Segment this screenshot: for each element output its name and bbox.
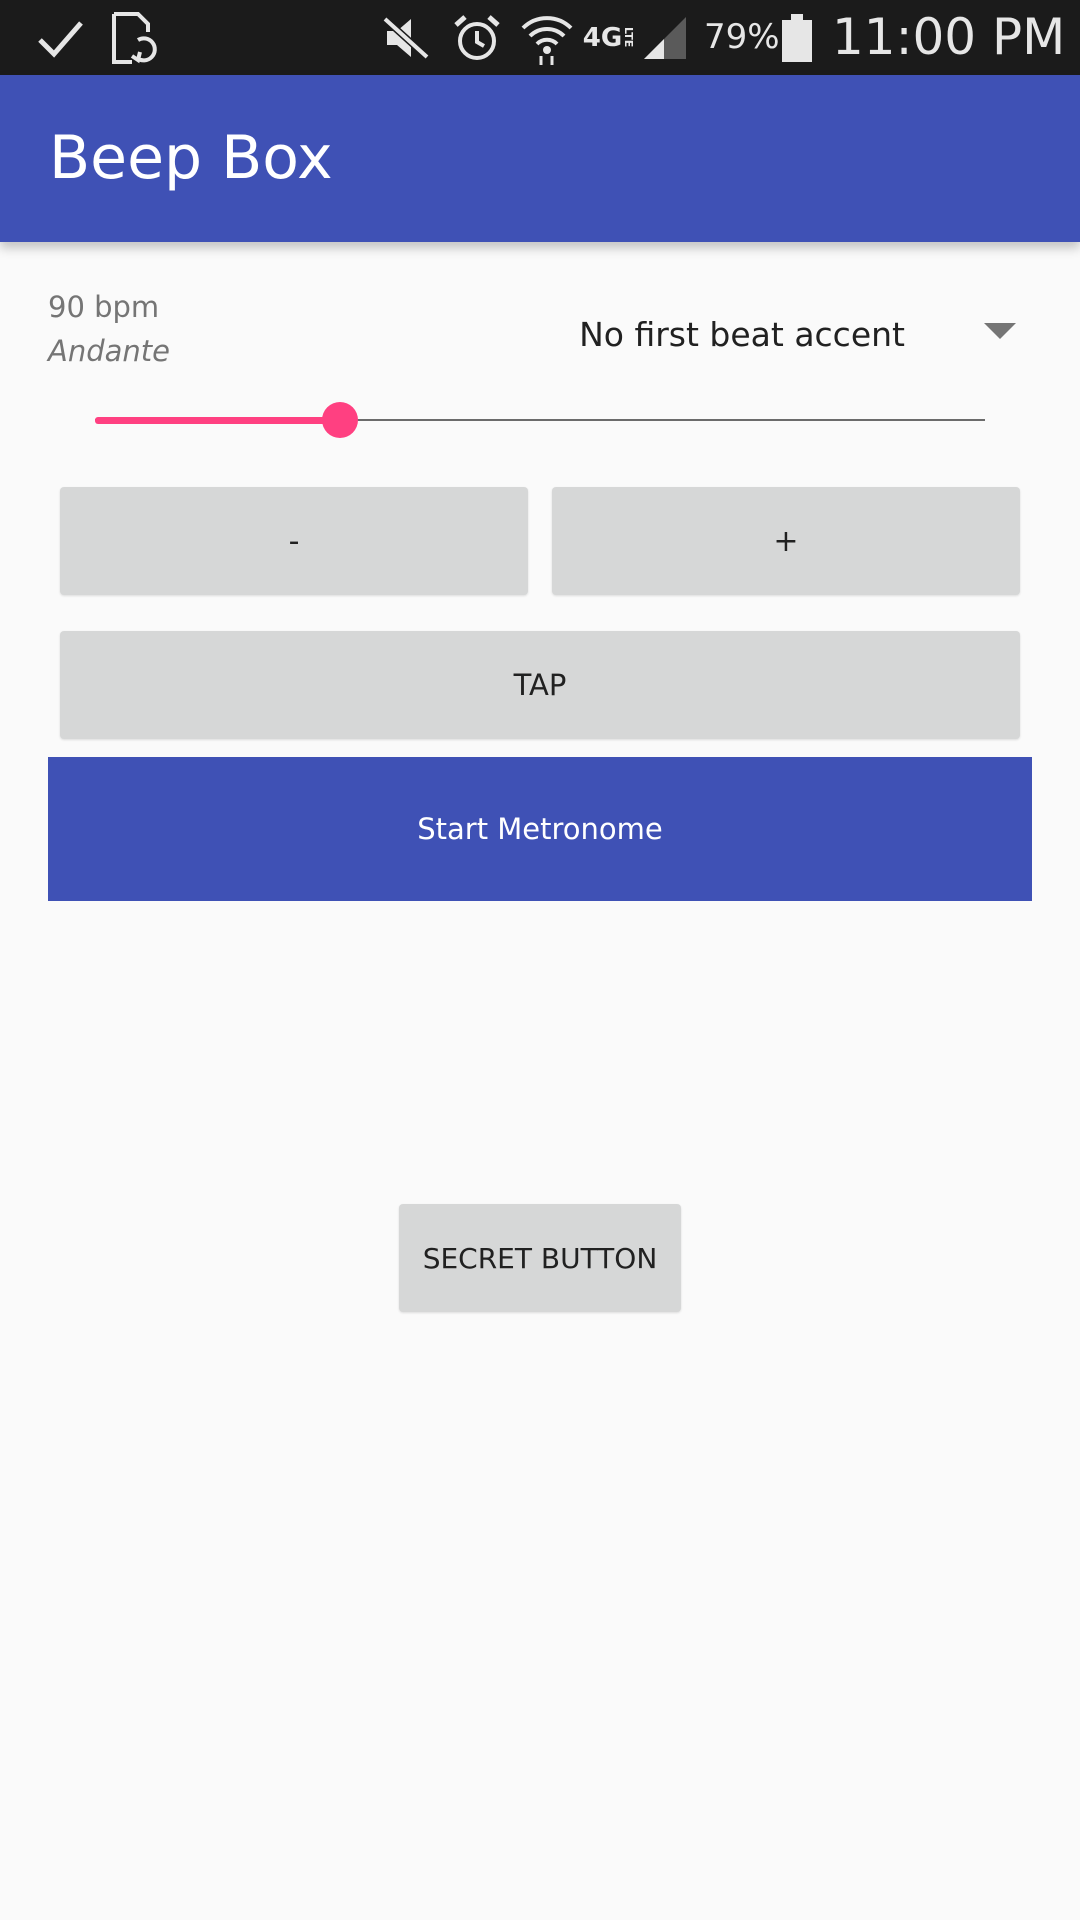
network-lte-label: LTE	[622, 27, 636, 48]
battery-icon	[777, 0, 817, 75]
network-type-label: 4G	[582, 22, 623, 53]
bpm-readout: 90 bpm	[48, 290, 160, 324]
app-bar: Beep Box	[0, 75, 1080, 242]
alarm-icon	[450, 0, 504, 75]
mute-icon	[378, 0, 434, 75]
secret-button[interactable]: SECRET BUTTON	[399, 1204, 681, 1312]
screen-rotation-icon	[108, 0, 158, 75]
4g-lte-icon: 4G LTE	[580, 0, 638, 75]
tap-tempo-button[interactable]: TAP	[60, 631, 1020, 739]
wifi-icon	[517, 0, 577, 75]
dropdown-arrow-icon	[984, 323, 1016, 339]
decrease-tempo-button[interactable]: -	[60, 487, 528, 595]
accent-spinner[interactable]: No first beat accent	[520, 300, 1030, 370]
signal-icon	[640, 0, 690, 75]
tempo-slider[interactable]	[95, 400, 985, 440]
increase-tempo-button[interactable]: +	[552, 487, 1020, 595]
battery-percent: 79%	[704, 17, 780, 57]
start-metronome-button[interactable]: Start Metronome	[48, 757, 1032, 901]
slider-fill	[95, 417, 340, 424]
accent-spinner-value: No first beat accent	[579, 315, 905, 354]
app-title: Beep Box	[49, 123, 333, 193]
tempo-marking: Andante	[48, 334, 170, 368]
clock: 11:00 PM	[832, 8, 1066, 66]
status-bar: 4G LTE 79% 11:00 PM	[0, 0, 1080, 75]
slider-thumb[interactable]	[321, 402, 358, 438]
check-icon	[30, 0, 90, 75]
